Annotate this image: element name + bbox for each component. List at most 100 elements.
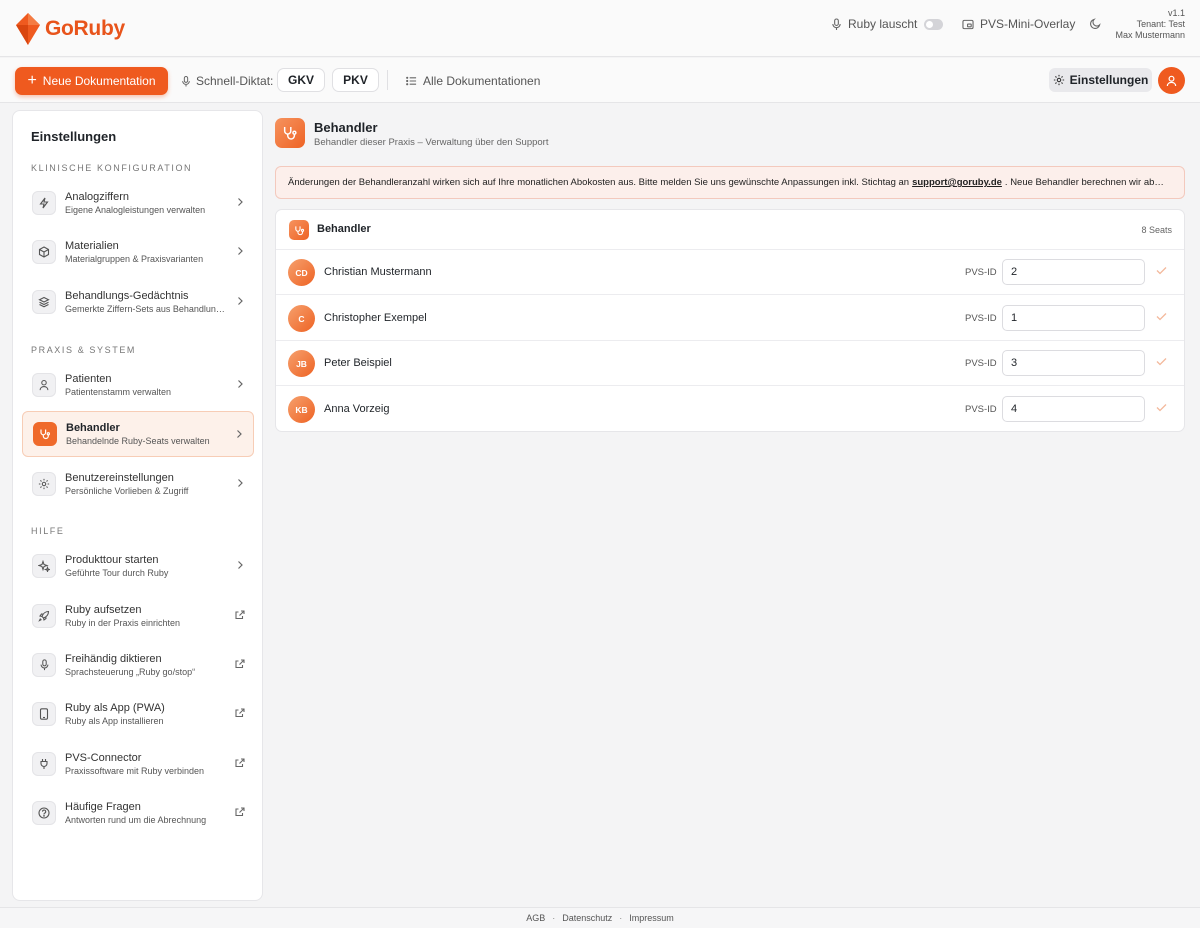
sidebar-item-sublabel: Sprachsteuerung „Ruby go/stop“ xyxy=(65,667,196,677)
check-icon[interactable] xyxy=(1156,266,1167,275)
microphone-icon xyxy=(32,653,56,677)
pvs-mini-overlay-button[interactable]: PVS-Mini-Overlay xyxy=(962,17,1075,31)
plug-icon xyxy=(32,752,56,776)
dark-mode-toggle[interactable] xyxy=(1090,18,1107,29)
check-icon[interactable] xyxy=(1156,312,1167,321)
sidebar-item-behandlungs-gedaechtnis[interactable]: Behandlungs-Gedächtnis Gemerkte Ziffern-… xyxy=(22,279,254,325)
stethoscope-icon xyxy=(289,220,309,240)
user-name: Max Mustermann xyxy=(1115,30,1185,40)
moon-icon xyxy=(1090,18,1101,29)
sidebar-item-sublabel: Antworten rund um die Abrechnung xyxy=(65,815,207,825)
sidebar-item-sublabel: Ruby als App installieren xyxy=(65,716,164,726)
notice-text-end: . Neue Behandler berechnen wir ab… xyxy=(1004,177,1164,188)
check-icon[interactable] xyxy=(1156,403,1167,412)
sidebar-item-ruby-als-app[interactable]: Ruby als App (PWA) Ruby als App installi… xyxy=(22,691,254,737)
chevron-right-icon xyxy=(238,561,243,569)
sidebar-title: Einstellungen xyxy=(31,129,117,144)
new-documentation-label: Neue Dokumentation xyxy=(42,74,156,88)
sidebar-item-sublabel: Eigene Analogleistungen verwalten xyxy=(65,205,206,215)
app-version: v1.1 xyxy=(1167,8,1185,18)
footer-link-datenschutz[interactable]: Datenschutz xyxy=(562,913,612,923)
logo-text: GoRuby xyxy=(45,17,125,40)
microphone-icon xyxy=(832,17,841,30)
billing-notice: Änderungen der Behandleranzahl wirken si… xyxy=(275,166,1185,199)
pvs-id-label: PVS-ID xyxy=(965,404,997,415)
sidebar-item-ruby-aufsetzen[interactable]: Ruby aufsetzen Ruby in der Praxis einric… xyxy=(22,593,254,639)
sidebar-item-label: Häufige Fragen xyxy=(65,801,141,813)
user-icon xyxy=(1166,75,1177,86)
all-documentations-link[interactable]: Alle Dokumentationen xyxy=(406,74,540,88)
settings-button[interactable]: Einstellungen xyxy=(1049,68,1152,92)
tenant-info: v1.1 Tenant: Test Max Mustermann xyxy=(1115,8,1185,41)
sidebar-item-label: Behandler xyxy=(66,422,120,434)
card-header: Behandler 8 Seats xyxy=(276,210,1184,250)
sidebar-item-label: Analogziffern xyxy=(65,191,130,203)
ruby-listening-toggle[interactable]: Ruby lauscht xyxy=(831,17,944,31)
avatar: CD xyxy=(288,259,315,286)
sidebar-item-sublabel: Persönliche Vorlieben & Zugriff xyxy=(65,486,189,496)
lightning-icon xyxy=(32,191,56,215)
practitioner-name: Christopher Exempel xyxy=(324,312,427,324)
avatar: KB xyxy=(288,396,315,423)
external-link-icon xyxy=(235,610,245,620)
sidebar-item-patienten[interactable]: Patienten Patientenstamm verwalten xyxy=(22,362,254,408)
settings-sidebar: Einstellungen KLINISCHE KONFIGURATION An… xyxy=(12,110,263,901)
sidebar-item-behandler[interactable]: Behandler Behandelnde Ruby-Seats verwalt… xyxy=(22,411,254,457)
external-link-icon xyxy=(235,708,245,718)
chevron-right-icon xyxy=(238,380,243,388)
sidebar-item-pvs-connector[interactable]: PVS-Connector Praxissoftware mit Ruby ve… xyxy=(22,741,254,787)
logo[interactable]: GoRuby xyxy=(15,12,125,46)
sidebar-item-produkttour[interactable]: Produkttour starten Geführte Tour durch … xyxy=(22,543,254,589)
pvs-id-label: PVS-ID xyxy=(965,358,997,369)
external-link-icon xyxy=(235,659,245,669)
listening-switch[interactable] xyxy=(924,18,944,30)
chevron-right-icon xyxy=(237,430,242,438)
sidebar-item-sublabel: Behandelnde Ruby-Seats verwalten xyxy=(66,436,210,446)
separator: · xyxy=(552,913,556,923)
new-documentation-button[interactable]: + Neue Dokumentation xyxy=(15,67,168,95)
sidebar-item-label: Ruby aufsetzen xyxy=(65,604,142,616)
pvs-id-input[interactable] xyxy=(1002,396,1145,422)
sidebar-item-benutzereinstellungen[interactable]: Benutzereinstellungen Persönliche Vorlie… xyxy=(22,461,254,507)
sidebar-item-freihaendig-diktieren[interactable]: Freihändig diktieren Sprachsteuerung „Ru… xyxy=(22,642,254,688)
layers-icon xyxy=(32,290,56,314)
card-title: Behandler xyxy=(317,223,371,235)
pvs-id-input[interactable] xyxy=(1002,305,1145,331)
page-title: Behandler xyxy=(314,120,378,135)
check-icon[interactable] xyxy=(1156,357,1167,366)
pkv-button[interactable]: PKV xyxy=(332,68,379,92)
user-avatar[interactable] xyxy=(1158,67,1185,94)
gear-icon xyxy=(1053,74,1064,86)
footer-link-agb[interactable]: AGB xyxy=(526,913,545,923)
sidebar-item-sublabel: Gemerkte Ziffern-Sets aus Behandlungen xyxy=(65,304,225,314)
user-icon xyxy=(32,373,56,397)
quick-dictate: Schnell-Diktat: xyxy=(181,74,273,88)
pvs-id-label: PVS-ID xyxy=(965,267,997,278)
table-row: KB Anna Vorzeig PVS-ID xyxy=(276,387,1184,432)
logo-mark-icon xyxy=(16,13,40,45)
sidebar-item-sublabel: Patientenstamm verwalten xyxy=(65,387,172,397)
stethoscope-icon xyxy=(275,118,305,148)
external-link-icon xyxy=(235,807,245,817)
box-icon xyxy=(32,240,56,264)
external-link-icon xyxy=(235,758,245,768)
gkv-button[interactable]: GKV xyxy=(277,68,325,92)
pvs-id-input[interactable] xyxy=(1002,350,1145,376)
avatar: JB xyxy=(288,350,315,377)
sidebar-item-label: Produkttour starten xyxy=(65,554,159,566)
top-bar: GoRuby Ruby lauscht PVS-Mini-Overlay v1.… xyxy=(0,0,1200,57)
gear-icon xyxy=(32,472,56,496)
sidebar-item-label: Materialien xyxy=(65,240,119,252)
rocket-icon xyxy=(32,604,56,628)
sidebar-item-materialien[interactable]: Materialien Materialgruppen & Praxisvari… xyxy=(22,229,254,275)
avatar: C xyxy=(288,305,315,332)
footer-link-impressum[interactable]: Impressum xyxy=(629,913,674,923)
list-icon xyxy=(406,76,417,86)
sidebar-item-analogziffern[interactable]: Analogziffern Eigene Analogleistungen ve… xyxy=(22,180,254,226)
sidebar-item-haeufige-fragen[interactable]: Häufige Fragen Antworten rund um die Abr… xyxy=(22,790,254,836)
stethoscope-icon xyxy=(33,422,57,446)
pvs-id-input[interactable] xyxy=(1002,259,1145,285)
support-email-link[interactable]: support@goruby.de xyxy=(912,177,1002,188)
section-heading-clinical: KLINISCHE KONFIGURATION xyxy=(31,163,193,173)
table-row: CD Christian Mustermann PVS-ID xyxy=(276,250,1184,295)
